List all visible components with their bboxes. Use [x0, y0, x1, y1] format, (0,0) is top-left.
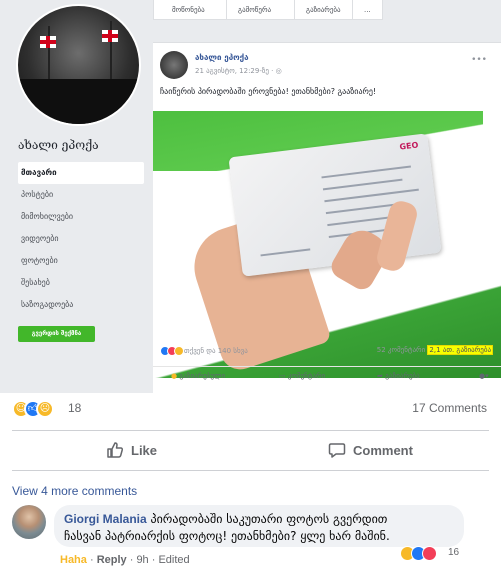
page-name[interactable]: ახალი ეპოქა: [18, 138, 99, 152]
share-icon: ➦: [377, 372, 383, 380]
comment-bubble-icon: [328, 443, 346, 458]
comment-text-line2: ჩასვან პატრიარქის ფოტოც! ეთანხმები? ყლე …: [64, 529, 390, 543]
nav-item-community[interactable]: საზოგადოება: [18, 294, 144, 316]
comment-icon: ▭: [279, 372, 286, 380]
post-shares-count[interactable]: 2,1 ათ. გაზიარება: [427, 345, 493, 355]
post-author-avatar[interactable]: [160, 51, 188, 79]
comment-actions: Haha · Reply · 9h · Edited: [60, 554, 190, 566]
commenter-avatar[interactable]: [12, 505, 46, 539]
page-sidebar: ახალი ეპოქა მთავარი პოსტები მიმოხილვები …: [0, 0, 150, 393]
post-meta: 21 აგვისტო, 12:29-ზე · ◎: [195, 67, 282, 75]
view-more-comments-link[interactable]: View 4 more comments: [12, 484, 137, 498]
nav-item-home[interactable]: მთავარი: [18, 162, 144, 184]
like-button-label: Like: [131, 442, 158, 458]
follow-button[interactable]: გამოწერა: [238, 3, 271, 17]
post-reaction-icons[interactable]: [160, 346, 184, 357]
nav-item-about[interactable]: შესახებ: [18, 272, 144, 294]
thumbs-up-icon: [107, 442, 124, 458]
post-image-id-card[interactable]: GEO: [153, 111, 501, 378]
more-button[interactable]: ...: [364, 3, 371, 17]
reactions-count: 18: [68, 401, 82, 415]
card-text-line: [321, 165, 411, 179]
card-text-line: [322, 178, 403, 191]
post-comments-count[interactable]: 52 კომენტარი: [377, 346, 425, 354]
georgian-flag-icon: [40, 36, 56, 48]
divider: [226, 0, 227, 20]
card-text-line: [324, 188, 419, 203]
post-react-label: გაზიარებული: [179, 372, 226, 380]
post-author[interactable]: ახალი ეპოქა: [195, 53, 249, 62]
card-text-line: [260, 248, 311, 257]
comment-reply-button[interactable]: Reply: [97, 554, 127, 566]
post-timestamp[interactable]: 21 აგვისტო, 12:29-ზე ·: [195, 67, 276, 75]
profile-switch-icon[interactable]: ●▾: [479, 372, 489, 380]
georgian-flag-icon: [102, 30, 118, 42]
comment-bubble: Giorgi Malania პირადობაში საკუთარი ფოტოს…: [54, 505, 464, 547]
like-button[interactable]: Like: [106, 438, 157, 462]
post-comment-share-counts: 52 კომენტარი 2,1 ათ. გაზიარება: [377, 345, 493, 355]
post-text: ჩაიწერის პირადობაში ეროვნება! ეთანხმები?…: [160, 87, 377, 96]
divider: [352, 0, 353, 20]
post-stats: თქვენ და 140 სხვა 52 კომენტარი 2,1 ათ. გ…: [160, 345, 495, 359]
angry-reaction-icon: ●: [171, 372, 178, 380]
divider: [294, 0, 295, 20]
nav-item-posts[interactable]: პოსტები: [18, 184, 144, 206]
post-comment-button[interactable]: ▭ კომენტარი: [279, 372, 325, 380]
comment-haha-button[interactable]: Haha: [60, 554, 87, 566]
divider: [12, 430, 489, 431]
post-share-button[interactable]: ➦ გაზიარება: [377, 372, 420, 380]
like-page-button[interactable]: მოწონება: [172, 3, 205, 17]
post-comment-label: კომენტარი: [287, 372, 326, 380]
comments-count[interactable]: 17 Comments: [412, 401, 487, 415]
share-page-button[interactable]: გაზიარება: [306, 3, 341, 17]
page-avatar[interactable]: [16, 4, 141, 126]
post-action-bar: ● გაზიარებული ▭ კომენტარი ➦ გაზიარება ●▾: [153, 366, 501, 388]
page-nav: მთავარი პოსტები მიმოხილვები ვიდეოები ფოტ…: [18, 162, 144, 316]
divider: [12, 470, 489, 471]
card-text-line: [325, 203, 396, 215]
create-page-button[interactable]: გვერდის შექმნა: [18, 326, 95, 342]
comment-time[interactable]: 9h: [136, 554, 148, 566]
post-react-button[interactable]: ● გაზიარებული: [171, 372, 225, 380]
post-reaction-summary[interactable]: თქვენ და 140 სხვა: [184, 347, 248, 355]
love-icon: [422, 546, 437, 561]
comment-author[interactable]: Giorgi Malania: [64, 512, 147, 526]
post-options-icon[interactable]: •••: [471, 55, 487, 65]
nav-item-reviews[interactable]: მიმოხილვები: [18, 206, 144, 228]
embedded-screenshot: ახალი ეპოქა მთავარი პოსტები მიმოხილვები …: [0, 0, 501, 393]
page-action-strip: მოწონება გამოწერა გაზიარება ...: [153, 0, 383, 20]
comment-button[interactable]: Comment: [328, 438, 413, 462]
globe-icon: ◎: [275, 67, 282, 75]
post-share-label: გაზიარება: [385, 372, 420, 380]
page: ახალი ეპოქა მთავარი პოსტები მიმოხილვები …: [0, 0, 501, 575]
comment-edited-label[interactable]: Edited: [158, 554, 189, 566]
nav-item-photos[interactable]: ფოტოები: [18, 250, 144, 272]
comment-button-label: Comment: [353, 442, 413, 458]
embedded-post: ახალი ეპოქა 21 აგვისტო, 12:29-ზე · ◎ •••…: [153, 42, 501, 393]
nav-item-videos[interactable]: ვიდეოები: [18, 228, 144, 250]
comment-reactions-count: 16: [448, 547, 460, 558]
angry-icon: [174, 346, 184, 356]
crowd-silhouette: [18, 79, 139, 124]
sad-icon: ☹: [36, 400, 54, 418]
card-country-code: GEO: [399, 140, 419, 152]
comment-text-line1: პირადობაში საკუთარი ფოტოს გვერდით: [146, 512, 388, 526]
